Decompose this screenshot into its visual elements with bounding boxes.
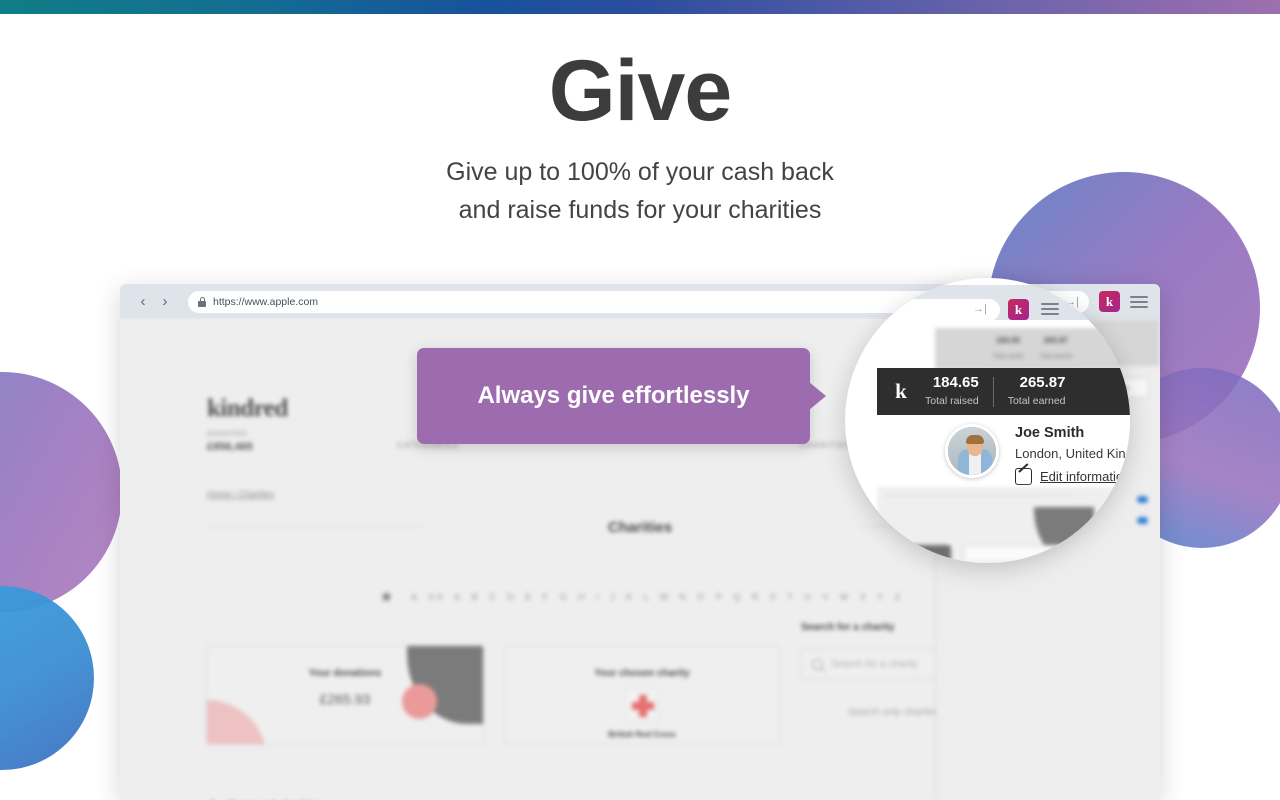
alpha-filter-item[interactable]: H: [578, 592, 585, 602]
magnified-panel-below: [863, 487, 1130, 563]
view-transactions-button[interactable]: [963, 545, 1063, 563]
forward-icon[interactable]: ›: [154, 291, 176, 313]
search-input[interactable]: Search for a charity: [801, 649, 949, 679]
card-decor-pink-circle: [402, 684, 437, 719]
hamburger-menu-icon[interactable]: [1041, 303, 1059, 315]
alpha-filter-item[interactable]: P: [716, 592, 723, 602]
alpha-filter-item[interactable]: J: [610, 592, 615, 602]
total-raised-label: Total raised: [925, 395, 979, 408]
alpha-filter-item[interactable]: Y: [877, 592, 884, 602]
edit-information-row[interactable]: Edit information: [1015, 468, 1130, 485]
user-name: Joe Smith: [1015, 425, 1085, 441]
user-profile-row: Joe Smith London, United Kingdom Edit in…: [877, 415, 1130, 487]
nav-charities[interactable]: CHARITIES: [800, 441, 852, 450]
alpha-filter-item[interactable]: X: [860, 592, 867, 602]
star-icon[interactable]: ★: [379, 587, 394, 607]
tooltip-callout: Always give effortlessly: [417, 348, 826, 444]
hero-subtitle-line-1: Give up to 100% of your cash back: [446, 158, 834, 187]
donated-value: £856,465: [207, 441, 253, 453]
alpha-filter-item[interactable]: N: [679, 592, 686, 602]
card-chosen-charity: Your chosen charity British Red Cross: [504, 645, 780, 745]
alpha-filter-item[interactable]: B: [472, 592, 479, 602]
search-icon: [812, 658, 823, 670]
toggle-switch[interactable]: [1137, 496, 1148, 503]
hero-section: Give Give up to 100% of your cash back a…: [0, 0, 1280, 229]
alpha-filter-item[interactable]: V: [822, 592, 829, 602]
lock-icon: [198, 296, 206, 307]
magnified-ghost-stats: 184.65 Total raised 265.87 Total earned: [935, 328, 1130, 370]
alpha-filter-item[interactable]: W: [840, 592, 849, 602]
alpha-filter-item[interactable]: 0-9: [429, 592, 444, 602]
hero-subtitle: Give up to 100% of your cash back and ra…: [0, 154, 1280, 229]
avatar: [945, 424, 999, 478]
kindred-logo: kindred: [207, 395, 288, 422]
user-location: London, United Kingdom: [1015, 446, 1130, 461]
total-raised-value: 184.65: [932, 373, 979, 391]
alpha-filter-item[interactable]: S: [770, 592, 777, 602]
alpha-filter-item[interactable]: A: [454, 592, 461, 602]
withdraw-money-button[interactable]: [863, 545, 951, 563]
ghost-earned-value: 265.87: [1043, 335, 1069, 345]
stats-divider: [992, 376, 994, 407]
alpha-filter-item[interactable]: K: [626, 592, 633, 602]
edit-pencil-icon[interactable]: [1015, 468, 1032, 485]
hero-subtitle-line-2: and raise funds for your charities: [458, 195, 822, 224]
donated-label: DONATED: [207, 431, 248, 438]
edit-information-link[interactable]: Edit information: [1040, 469, 1130, 484]
search-only-text: Search only charities: [848, 707, 941, 718]
breadcrumb[interactable]: Home / Charities: [207, 489, 274, 499]
alpha-filter-item[interactable]: F: [543, 592, 549, 602]
tooltip-arrow: [809, 382, 826, 410]
magnifier-circle: →| k 184.65 Total raised 265.87 Total ea…: [845, 278, 1130, 563]
toggle-switch[interactable]: [1137, 517, 1148, 524]
top-gradient-bar: [0, 0, 1280, 14]
search-label: Search for a charity: [801, 622, 895, 633]
alpha-filter-item[interactable]: M: [660, 592, 668, 602]
ghost-stat-raised: 184.65 Total raised: [993, 336, 1024, 363]
alpha-filter-item[interactable]: L: [644, 592, 650, 602]
decorative-circle-blue-left: [0, 586, 94, 770]
red-cross-icon: [625, 688, 659, 722]
url-text: https://www.apple.com: [213, 295, 319, 308]
kindred-extension-icon[interactable]: k: [1008, 299, 1029, 320]
alpha-filter-item[interactable]: Q: [733, 592, 741, 602]
extension-stats-header-magnified: k 184.65 Total raised 265.87 Total earne…: [877, 368, 1130, 415]
alpha-filter-item[interactable]: U: [804, 592, 811, 602]
alpha-filter-item[interactable]: D: [507, 592, 514, 602]
alpha-filter-item[interactable]: E: [525, 592, 532, 602]
page-title: Give: [548, 43, 732, 139]
ghost-raised-value: 184.65: [995, 335, 1021, 345]
alpha-filter-item[interactable]: T: [787, 592, 793, 602]
alpha-filter-item[interactable]: &: [411, 592, 418, 602]
decorative-circle-purple-left: [0, 372, 122, 612]
ghost-raised-label: Total raised: [992, 353, 1024, 360]
hamburger-menu-icon[interactable]: [1130, 295, 1148, 308]
total-earned-label: Total earned: [1007, 395, 1066, 408]
stat-total-earned: 265.87 Total earned: [1008, 374, 1066, 409]
ghost-earned-label: Total earned: [1039, 353, 1073, 360]
total-earned-value: 265.87: [1019, 373, 1066, 391]
back-icon[interactable]: ‹: [132, 291, 154, 313]
tooltip-text: Always give effortlessly: [477, 382, 750, 409]
stat-total-raised: 184.65 Total raised: [925, 374, 979, 409]
ghost-stat-earned: 265.87 Total earned: [1039, 336, 1072, 363]
kindred-k-logo: k: [895, 379, 907, 403]
search-placeholder: Search for a charity: [831, 658, 918, 670]
alpha-filter-item[interactable]: Z: [895, 592, 901, 602]
stats-group: 184.65 Total raised 265.87 Total earned: [925, 374, 1066, 409]
chosen-charity-name: British Red Cross: [608, 730, 676, 739]
share-icon[interactable]: →|: [973, 303, 987, 315]
chosen-charity-title: Your chosen charity: [594, 668, 690, 679]
card-your-donations: Your donations £265.93: [206, 645, 484, 745]
alpha-filter-item[interactable]: G: [560, 592, 568, 602]
alpha-filter-item[interactable]: C: [489, 592, 496, 602]
alpha-filter-item[interactable]: O: [697, 592, 705, 602]
alpha-filter-item[interactable]: R: [752, 592, 759, 602]
magnified-browser-toolbar: →| k: [845, 285, 1130, 321]
alpha-filter-item[interactable]: I: [596, 592, 599, 602]
